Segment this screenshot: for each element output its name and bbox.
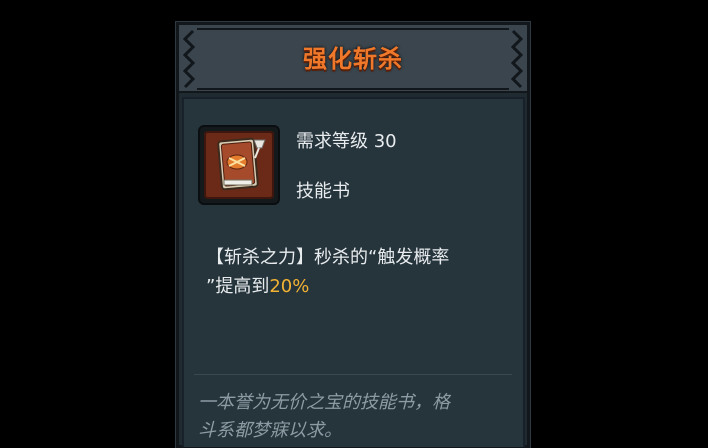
flavor-line-1: 一本誉为无价之宝的技能书，格 bbox=[198, 392, 450, 413]
description-value: 20% bbox=[269, 276, 310, 297]
item-description: 【斩杀之力】秒杀的“触发概率 ”提高到20% bbox=[206, 243, 506, 301]
requirement-level: 需求等级 30 bbox=[296, 131, 397, 152]
item-type: 技能书 bbox=[296, 181, 350, 202]
description-prefix: ”提高到 bbox=[206, 276, 270, 297]
item-tooltip: 强化斩杀 需求等级 30 技能书 【斩杀之力】秒杀的“触发概率 ”提高到20% … bbox=[176, 22, 530, 448]
section-divider bbox=[194, 374, 512, 375]
item-icon-frame bbox=[198, 125, 280, 205]
tooltip-body: 需求等级 30 技能书 【斩杀之力】秒杀的“触发概率 ”提高到20% 一本誉为无… bbox=[182, 97, 525, 447]
skill-book-icon bbox=[204, 131, 274, 199]
description-line-1: 【斩杀之力】秒杀的“触发概率 bbox=[206, 247, 450, 268]
flavor-text: 一本誉为无价之宝的技能书，格 斗系都梦寐以求。 bbox=[198, 389, 512, 445]
description-line-2: ”提高到20% bbox=[206, 272, 506, 301]
tooltip-header: 强化斩杀 bbox=[179, 25, 527, 93]
item-title: 强化斩杀 bbox=[303, 45, 403, 73]
flavor-line-2: 斗系都梦寐以求。 bbox=[198, 420, 342, 441]
